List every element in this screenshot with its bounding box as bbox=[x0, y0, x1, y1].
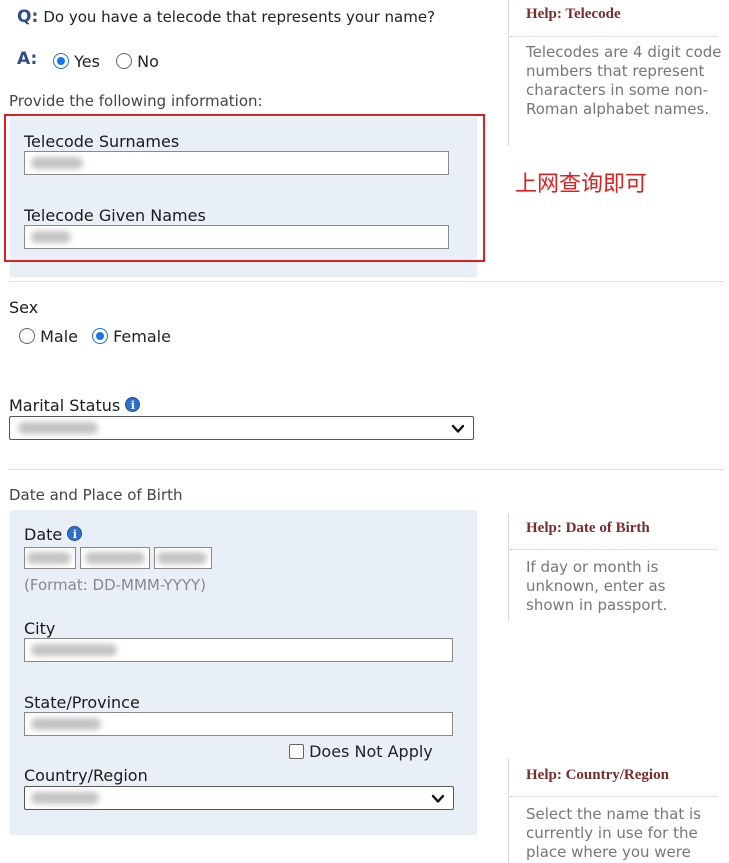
telecode-given-names-input[interactable] bbox=[24, 225, 449, 249]
question-letter: Q: bbox=[17, 7, 39, 27]
marital-status-label-row: Marital Status i bbox=[9, 396, 141, 415]
sex-female-radio[interactable] bbox=[92, 328, 108, 344]
redacted-value bbox=[85, 552, 145, 564]
country-region-label: Country/Region bbox=[24, 766, 148, 785]
city-input[interactable] bbox=[24, 638, 453, 662]
help-separator bbox=[510, 36, 716, 37]
does-not-apply-option[interactable]: Does Not Apply bbox=[289, 742, 433, 761]
help-telecode-text: Telecodes are 4 digit code numbers that … bbox=[526, 43, 722, 118]
annotation-note: 上网查询即可 bbox=[515, 172, 648, 197]
sex-female-option[interactable]: Female bbox=[92, 327, 171, 346]
state-province-input[interactable] bbox=[24, 712, 453, 736]
sex-label: Sex bbox=[9, 298, 39, 317]
help-dob-title: Help: Date of Birth bbox=[526, 520, 650, 537]
info-icon[interactable]: i bbox=[125, 397, 141, 412]
telecode-given-names-label: Telecode Given Names bbox=[24, 206, 206, 225]
help-divider bbox=[508, 0, 509, 145]
sex-male-radio[interactable] bbox=[19, 328, 35, 344]
state-province-label: State/Province bbox=[24, 693, 140, 712]
chevron-down-icon bbox=[451, 424, 465, 433]
redacted-value bbox=[31, 644, 117, 656]
telecode-surnames-input[interactable] bbox=[24, 151, 449, 175]
help-prefix: Help: bbox=[526, 6, 562, 22]
help-separator bbox=[510, 796, 716, 797]
redacted-value bbox=[27, 552, 71, 564]
sex-female-label: Female bbox=[113, 327, 171, 346]
help-country-text: Select the name that is currently in use… bbox=[526, 805, 701, 861]
help-title-text: Telecode bbox=[565, 6, 621, 22]
question-row: Q: Do you have a telecode that represent… bbox=[17, 7, 435, 27]
info-icon[interactable]: i bbox=[67, 526, 83, 541]
date-label: Date bbox=[24, 525, 63, 544]
birth-month-select[interactable] bbox=[80, 547, 150, 569]
telecode-question: Do you have a telecode that represents y… bbox=[43, 8, 436, 26]
date-label-row: Date i bbox=[24, 525, 83, 544]
marital-status-label: Marital Status bbox=[9, 396, 121, 415]
help-title-text: Country/Region bbox=[565, 767, 669, 783]
sex-male-label: Male bbox=[40, 327, 78, 346]
redacted-value bbox=[157, 552, 207, 564]
city-label: City bbox=[24, 619, 56, 638]
answer-letter: A: bbox=[17, 49, 38, 69]
telecode-no-label: No bbox=[137, 52, 159, 71]
redacted-value bbox=[31, 792, 99, 804]
telecode-yes-option[interactable]: Yes bbox=[53, 52, 100, 71]
help-telecode-title: Help: Telecode bbox=[526, 6, 621, 23]
birth-day-select[interactable] bbox=[24, 547, 76, 569]
provide-info-text: Provide the following information: bbox=[9, 92, 263, 110]
telecode-yes-label: Yes bbox=[74, 52, 100, 71]
sex-male-option[interactable]: Male bbox=[19, 327, 78, 346]
country-region-select[interactable] bbox=[24, 786, 454, 810]
help-country-title: Help: Country/Region bbox=[526, 767, 669, 784]
telecode-no-radio[interactable] bbox=[116, 53, 132, 69]
birth-year-input[interactable] bbox=[154, 547, 212, 569]
section-divider bbox=[8, 469, 723, 470]
section-divider bbox=[8, 281, 723, 282]
redacted-value bbox=[31, 231, 71, 243]
does-not-apply-label: Does Not Apply bbox=[309, 742, 433, 761]
help-divider bbox=[508, 758, 509, 863]
redacted-value bbox=[18, 422, 98, 434]
answer-row: A: bbox=[17, 49, 37, 69]
help-prefix: Help: bbox=[526, 767, 562, 783]
help-separator bbox=[510, 549, 716, 550]
help-divider bbox=[508, 513, 509, 621]
help-title-text: Date of Birth bbox=[565, 520, 650, 536]
telecode-yes-radio[interactable] bbox=[53, 53, 69, 69]
telecode-no-option[interactable]: No bbox=[116, 52, 159, 71]
redacted-value bbox=[31, 157, 83, 169]
marital-status-select[interactable] bbox=[9, 416, 474, 440]
date-format-hint: (Format: DD-MMM-YYYY) bbox=[24, 576, 207, 594]
redacted-value bbox=[31, 718, 101, 730]
telecode-surnames-label: Telecode Surnames bbox=[24, 132, 180, 151]
does-not-apply-checkbox[interactable] bbox=[289, 744, 304, 759]
help-prefix: Help: bbox=[526, 520, 562, 536]
chevron-down-icon bbox=[431, 794, 445, 803]
birth-section-title: Date and Place of Birth bbox=[9, 486, 183, 504]
help-dob-text: If day or month is unknown, enter as sho… bbox=[526, 558, 668, 614]
